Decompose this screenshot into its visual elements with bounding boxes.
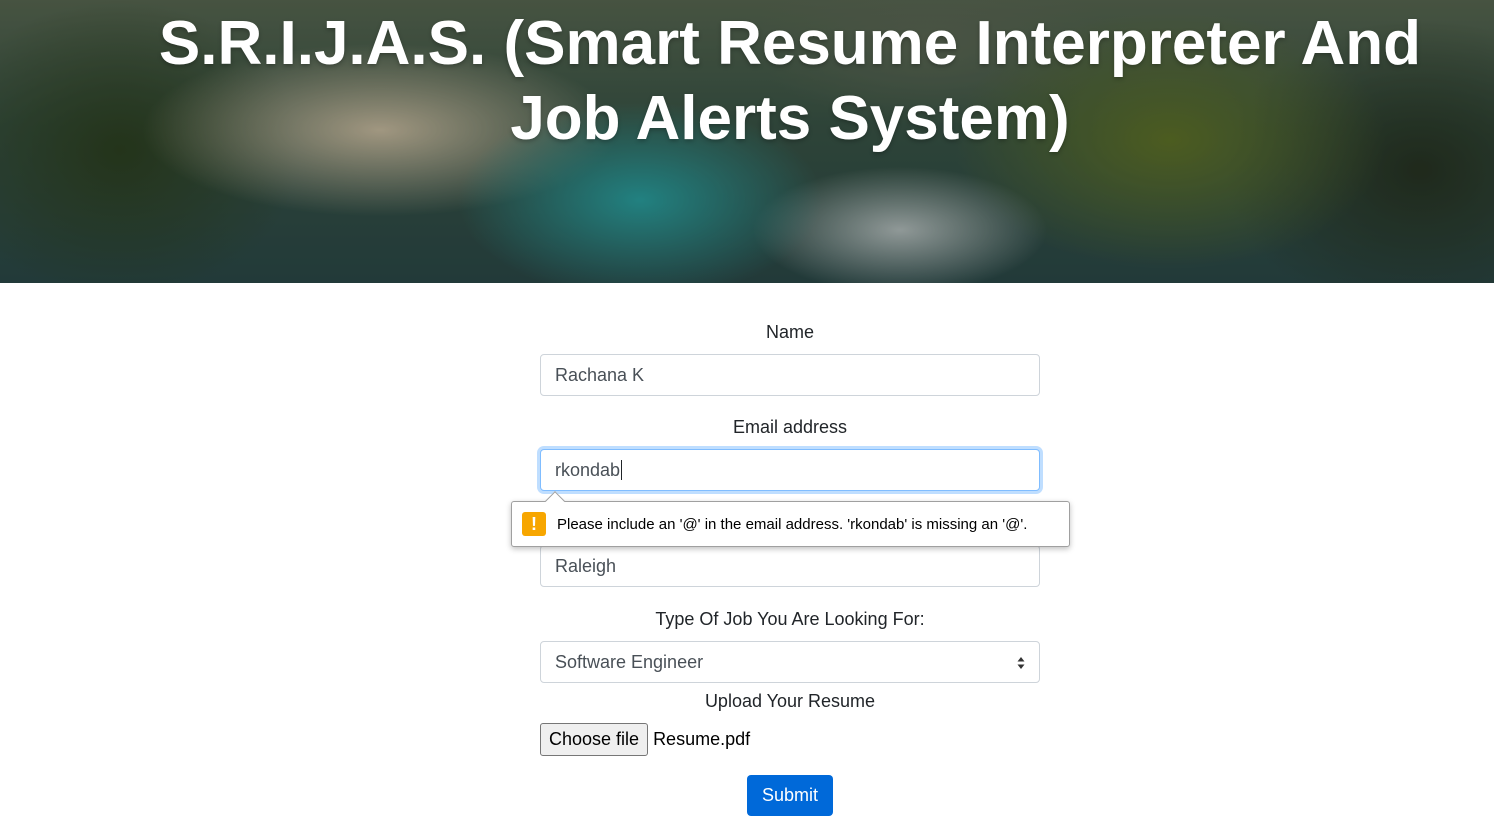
job-type-select-value: Software Engineer — [555, 651, 704, 672]
page-title: S.R.I.J.A.S. (Smart Resume Interpreter A… — [150, 6, 1430, 156]
choose-file-button[interactable]: Choose file — [540, 723, 649, 756]
email-validation-tooltip: ! Please include an '@' in the email add… — [511, 491, 1070, 547]
location-input-value: Raleigh — [555, 555, 617, 576]
job-type-label: Type Of Job You Are Looking For: — [655, 609, 925, 629]
page-title-line-2: Job Alerts System) — [510, 84, 1070, 153]
location-input[interactable]: Raleigh — [540, 545, 1040, 587]
tooltip-arrow — [545, 491, 565, 511]
email-label: Email address — [732, 417, 848, 437]
text-caret — [621, 460, 623, 480]
name-label: Name — [765, 322, 814, 342]
name-input-value: Rachana K — [555, 364, 645, 385]
name-input[interactable]: Rachana K — [540, 354, 1040, 396]
page-title-line-1: S.R.I.J.A.S. (Smart Resume Interpreter A… — [158, 9, 1422, 78]
email-input-value: rkondab — [555, 459, 621, 480]
hero-banner: S.R.I.J.A.S. (Smart Resume Interpreter A… — [0, 0, 1494, 283]
select-arrows-icon — [1017, 657, 1025, 669]
validation-message: Please include an '@' in the email addre… — [557, 515, 1028, 533]
selected-file-name: Resume.pdf — [653, 729, 751, 749]
job-type-select[interactable]: Software Engineer — [540, 641, 1040, 683]
warning-icon: ! — [522, 512, 546, 536]
resume-file-input[interactable]: Choose file Resume.pdf — [540, 723, 750, 756]
submit-button[interactable]: Submit — [747, 775, 833, 816]
email-input[interactable]: rkondab — [540, 449, 1040, 491]
resume-label: Upload Your Resume — [704, 691, 876, 711]
